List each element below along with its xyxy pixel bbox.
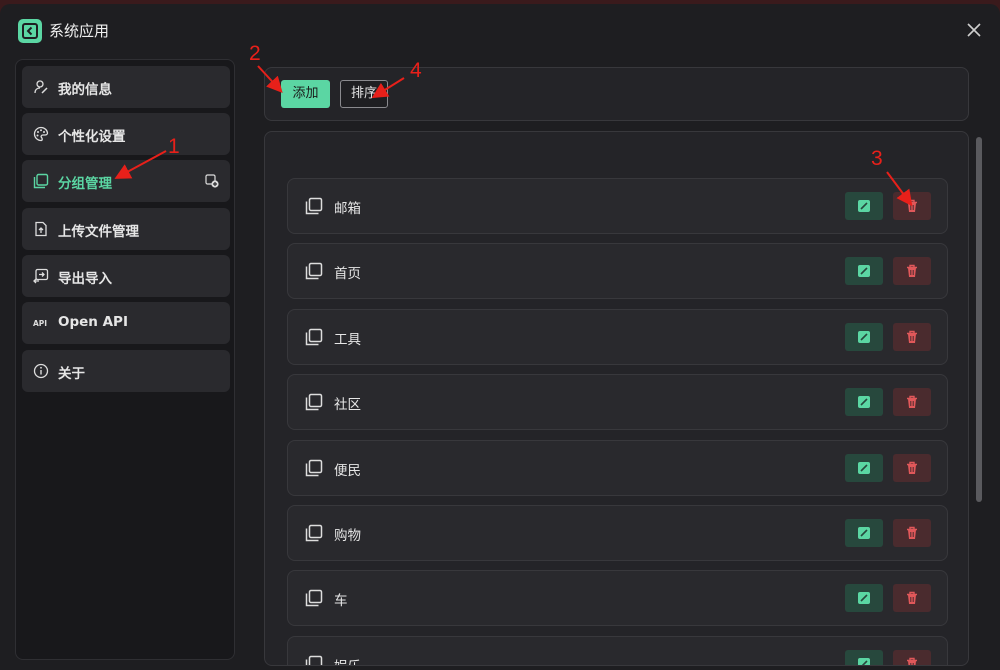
trash-icon — [907, 657, 917, 665]
sidebar-item-label: 分组管理 — [58, 176, 112, 192]
edit-button[interactable] — [845, 257, 883, 285]
group-row[interactable]: 社区 — [287, 374, 948, 430]
group-row[interactable]: 便民 — [287, 440, 948, 496]
file-upload-icon — [35, 221, 47, 237]
toolbar: 添加 排序 — [264, 67, 969, 121]
delete-button[interactable] — [893, 388, 931, 416]
sidebar-item-label: 关于 — [58, 366, 85, 382]
annotation-label: 1 — [168, 135, 180, 158]
group-row[interactable]: 工具 — [287, 309, 948, 365]
sidebar-item-label: Open API — [58, 314, 128, 330]
delete-button[interactable] — [893, 519, 931, 547]
stack-icon — [33, 173, 49, 189]
delete-button[interactable] — [893, 454, 931, 482]
group-name: 娱乐 — [334, 655, 361, 665]
sidebar-item-export-import[interactable]: 导出导入 — [22, 255, 230, 297]
group-name: 便民 — [334, 463, 361, 479]
close-icon — [967, 23, 981, 37]
stack-icon — [305, 393, 323, 411]
sidebar-item-personalization[interactable]: 个性化设置 — [22, 113, 230, 155]
group-name: 邮箱 — [334, 201, 361, 217]
add-button[interactable]: 添加 — [281, 80, 330, 108]
trash-icon — [907, 330, 917, 343]
group-row[interactable]: 首页 — [287, 243, 948, 299]
delete-button[interactable] — [893, 192, 931, 220]
edit-icon — [858, 331, 870, 343]
stack-icon — [305, 197, 323, 215]
edit-icon — [858, 396, 870, 408]
group-row[interactable]: 邮箱 — [287, 178, 948, 234]
group-row[interactable]: 车 — [287, 570, 948, 626]
sidebar-item-label: 我的信息 — [58, 82, 112, 98]
sidebar-item-group-management[interactable]: 分组管理 — [22, 160, 230, 202]
edit-icon — [858, 592, 870, 604]
group-list: 邮箱首页工具社区便民购物车娱乐 — [264, 131, 969, 666]
app-logo-icon — [18, 19, 42, 43]
edit-button[interactable] — [845, 323, 883, 351]
svg-text:API: API — [33, 319, 47, 328]
stack-icon — [305, 524, 323, 542]
trash-icon — [907, 395, 917, 408]
trash-icon — [907, 264, 917, 277]
delete-button[interactable] — [893, 257, 931, 285]
user-edit-icon — [34, 80, 48, 94]
sidebar-item-upload-files[interactable]: 上传文件管理 — [22, 208, 230, 250]
delete-button[interactable] — [893, 323, 931, 351]
stack-icon — [305, 459, 323, 477]
edit-icon — [858, 200, 870, 212]
group-row[interactable]: 购物 — [287, 505, 948, 561]
api-icon: API — [33, 319, 47, 328]
swap-icon — [33, 268, 49, 284]
sidebar-item-label: 个性化设置 — [58, 129, 126, 145]
scrollbar-thumb[interactable] — [976, 137, 982, 502]
title-bar: 系统应用 — [0, 4, 1000, 58]
add-group-icon[interactable] — [205, 174, 219, 188]
delete-button[interactable] — [893, 584, 931, 612]
sidebar-item-open-api[interactable]: API Open API — [22, 302, 230, 344]
trash-icon — [907, 526, 917, 539]
edit-button[interactable] — [845, 584, 883, 612]
group-name: 社区 — [334, 397, 361, 413]
sidebar-item-about[interactable]: 关于 — [22, 350, 230, 392]
sidebar-item-label: 上传文件管理 — [58, 224, 139, 240]
group-name: 车 — [334, 593, 348, 609]
edit-icon — [858, 462, 870, 474]
edit-button[interactable] — [845, 192, 883, 220]
trash-icon — [907, 461, 917, 474]
palette-icon — [33, 126, 49, 142]
stack-icon — [305, 655, 323, 665]
edit-button[interactable] — [845, 650, 883, 665]
stack-icon — [305, 328, 323, 346]
group-name: 工具 — [334, 332, 361, 348]
edit-button[interactable] — [845, 519, 883, 547]
window-title: 系统应用 — [49, 22, 110, 40]
sidebar-item-label: 导出导入 — [58, 271, 112, 287]
trash-icon — [907, 199, 917, 212]
annotation-label: 2 — [249, 42, 261, 65]
edit-icon — [858, 527, 870, 539]
info-icon — [33, 363, 49, 379]
edit-button[interactable] — [845, 454, 883, 482]
edit-icon — [858, 658, 870, 665]
group-name: 首页 — [334, 266, 361, 282]
edit-icon — [858, 265, 870, 277]
delete-button[interactable] — [893, 650, 931, 665]
edit-button[interactable] — [845, 388, 883, 416]
annotation-label: 3 — [871, 147, 883, 170]
annotation-label: 4 — [410, 59, 422, 82]
sidebar-item-my-info[interactable]: 我的信息 — [22, 66, 230, 108]
group-row[interactable]: 娱乐 — [287, 636, 948, 665]
close-button[interactable] — [964, 20, 984, 40]
trash-icon — [907, 591, 917, 604]
group-name: 购物 — [334, 528, 361, 544]
stack-icon — [305, 262, 323, 280]
stack-icon — [305, 589, 323, 607]
app-window: 系统应用 我的信息 个性化设置 分组管理 上传文件管理 导出导入 API Ope… — [0, 4, 1000, 670]
sidebar: 我的信息 个性化设置 分组管理 上传文件管理 导出导入 API Open API… — [15, 59, 235, 660]
sort-button[interactable]: 排序 — [340, 80, 388, 108]
